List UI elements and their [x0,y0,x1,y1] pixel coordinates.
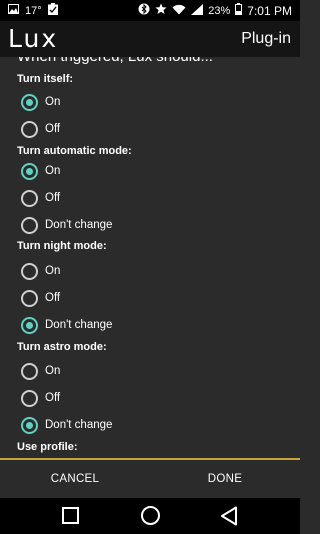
radio-astro-dont-change[interactable]: Don't change [21,413,112,437]
intro-text: When triggered, Lux should... [17,57,213,65]
plugin-label: Plug-in [241,30,291,47]
radio-night-dont-change[interactable]: Don't change [21,313,112,337]
app-title: Lux [8,24,59,53]
radio-button-checked[interactable] [21,93,38,111]
radio-label: Off [45,123,61,135]
radio-label: Don't change [45,219,113,231]
section-astro-mode-label: Turn astro mode: [17,341,107,353]
radio-button[interactable] [21,262,38,280]
navigation-bar [0,498,300,534]
radio-button[interactable] [21,289,38,307]
image-icon [8,4,19,17]
dialog-button-bar: CANCEL DONE [0,460,300,498]
status-bar: 17° 23% 7:01 PM [0,0,300,21]
section-night-mode-label: Turn night mode: [17,240,107,252]
temperature-text: 17° [25,4,42,17]
radio-label: On [45,165,61,177]
wifi-icon [172,4,186,18]
radio-label: Off [45,192,61,204]
signal-icon [191,3,204,18]
radio-turn-itself-on[interactable]: On [21,90,60,114]
section-use-profile-label: Use profile: [17,441,78,453]
radio-label: On [45,365,61,377]
radio-label: Don't change [45,319,113,331]
radio-automatic-on[interactable]: On [21,159,60,183]
settings-scroll-area[interactable]: When triggered, Lux should... Turn itsel… [0,57,300,458]
star-icon [155,3,167,18]
bluetooth-icon [138,3,150,18]
radio-label: On [45,96,61,108]
radio-night-on[interactable]: On [21,259,60,283]
clipboard-icon [47,3,58,18]
section-automatic-mode-label: Turn automatic mode: [17,145,132,157]
radio-label: Off [45,392,61,404]
recent-apps-square-icon[interactable] [62,507,79,524]
radio-label: On [45,265,61,277]
back-triangle-icon[interactable] [220,506,238,531]
cancel-button[interactable]: CANCEL [0,460,150,498]
battery-icon [235,3,243,18]
radio-button-checked[interactable] [21,162,38,180]
radio-button-checked[interactable] [21,416,38,434]
radio-button[interactable] [21,389,38,407]
radio-button[interactable] [21,189,38,207]
radio-turn-itself-off[interactable]: Off [21,117,60,141]
radio-astro-on[interactable]: On [21,359,60,383]
radio-astro-off[interactable]: Off [21,386,60,410]
radio-automatic-off[interactable]: Off [21,186,60,210]
done-button[interactable]: DONE [150,460,300,498]
radio-button[interactable] [21,216,38,234]
radio-label: Don't change [45,419,113,431]
radio-button[interactable] [21,362,38,380]
radio-button-checked[interactable] [21,316,38,334]
radio-night-off[interactable]: Off [21,286,60,310]
section-turn-itself-label: Turn itself: [17,73,74,85]
home-circle-icon[interactable] [141,506,160,525]
radio-automatic-dont-change[interactable]: Don't change [21,213,112,237]
clock-time: 7:01 PM [247,3,292,18]
battery-percent: 23% [208,4,231,17]
app-bar: Lux Plug-in [0,21,300,57]
radio-button[interactable] [21,120,38,138]
radio-label: Off [45,292,61,304]
